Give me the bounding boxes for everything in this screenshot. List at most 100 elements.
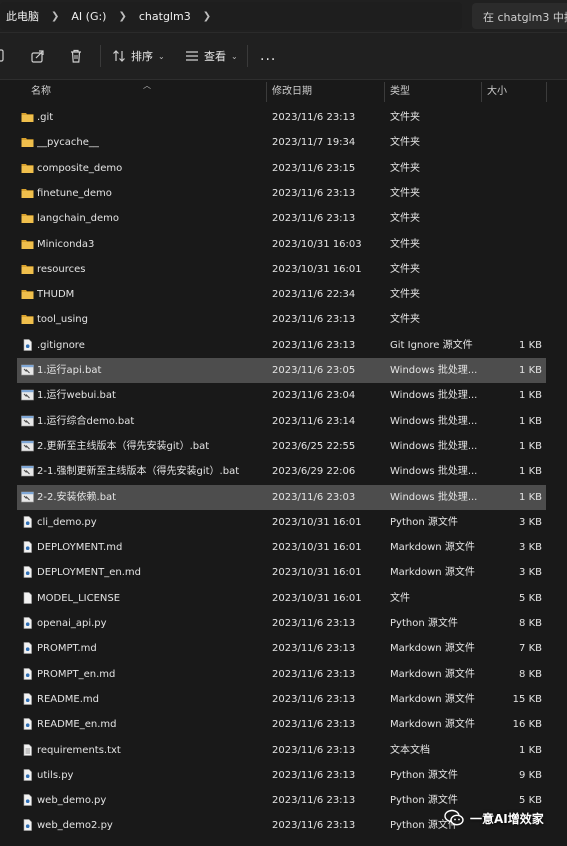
file-row[interactable]: composite_demo 2023/11/6 23:15 文件夹	[17, 156, 546, 181]
file-type: 文件夹	[390, 187, 420, 199]
file-type: Markdown 源文件	[390, 693, 475, 705]
file-type: 文件	[390, 592, 410, 604]
file-row[interactable]: tool_using 2023/11/6 23:13 文件夹	[17, 307, 546, 332]
file-size: 1 KB	[519, 339, 542, 351]
chevron-right-icon[interactable]: ❯	[112, 11, 132, 22]
trash-icon	[71, 49, 81, 63]
folder-icon	[21, 162, 34, 174]
file-type: 文件夹	[390, 238, 420, 250]
file-date: 2023/6/25 22:55	[272, 440, 356, 452]
delete-button[interactable]	[69, 45, 83, 67]
file-row[interactable]: .gitignore 2023/11/6 23:13 Git Ignore 源文件 1…	[17, 333, 546, 358]
file-row[interactable]: MODEL_LICENSE 2023/10/31 16:01 文件 5 KB	[17, 586, 546, 611]
file-size	[483, 282, 542, 307]
file-row[interactable]: utils.py 2023/11/6 23:13 Python 源文件 9 KB	[17, 763, 546, 788]
file-date: 2023/11/6 23:13	[272, 795, 356, 807]
column-name[interactable]: 名称	[31, 80, 51, 104]
file-row[interactable]: 1.运行api.bat 2023/11/6 23:05 Windows 批处理...…	[17, 358, 546, 383]
file-date: 2023/11/6 23:13	[272, 213, 356, 225]
chevron-right-icon[interactable]: ❯	[45, 11, 65, 22]
file-name: composite_demo	[37, 162, 123, 174]
file-type: 文件夹	[390, 137, 420, 149]
column-header: ︿ 名称 修改日期 类型 大小	[0, 80, 567, 104]
file-row[interactable]: requirements.txt 2023/11/6 23:13 文本文档 1 KB	[17, 738, 546, 763]
file-row[interactable]: 2-1.强制更新至主线版本（得先安装git）.bat 2023/6/29 22:0…	[17, 459, 546, 484]
file-row[interactable]: PROMPT.md 2023/11/6 23:13 Markdown 源文件 7 KB	[17, 636, 546, 661]
file-row[interactable]: .git 2023/11/6 23:13 文件夹	[17, 105, 546, 130]
file-size: 3 KB	[519, 567, 542, 579]
column-date[interactable]: 修改日期	[272, 80, 312, 104]
file-row[interactable]: 1.运行webui.bat 2023/11/6 23:04 Windows 批处理.…	[17, 383, 546, 408]
file-type: 文件夹	[390, 112, 420, 123]
file-type: 文件夹	[390, 289, 420, 301]
source-file-icon	[21, 768, 34, 781]
file-type: Markdown 源文件	[390, 542, 475, 554]
file-date: 2023/10/31 16:01	[272, 263, 362, 275]
folder-icon	[21, 187, 34, 199]
source-file-icon	[21, 794, 34, 806]
file-row[interactable]: README.md 2023/11/6 23:13 Markdown 源文件 15 K…	[17, 687, 546, 712]
breadcrumb-this-pc[interactable]: 此电脑	[0, 8, 45, 24]
copy-button[interactable]	[0, 45, 6, 67]
file-row[interactable]: README_en.md 2023/11/6 23:13 Markdown 源文件 1…	[17, 712, 546, 737]
more-options-button[interactable]: ...	[260, 45, 276, 67]
file-name: cli_demo.py	[37, 516, 97, 528]
sort-button[interactable]: 排序 ⌄	[112, 45, 165, 67]
view-button[interactable]: 查看 ⌄	[185, 45, 238, 67]
file-date: 2023/10/31 16:01	[272, 592, 362, 604]
column-divider[interactable]	[266, 82, 267, 102]
breadcrumb-drive[interactable]: AI (G:)	[65, 10, 112, 23]
file-row[interactable]: DEPLOYMENT.md 2023/10/31 16:01 Markdown 源文…	[17, 535, 546, 560]
file-name: __pycache__	[37, 137, 99, 149]
file-row[interactable]: 1.运行综合demo.bat 2023/11/6 23:14 Windows 批处理…	[17, 409, 546, 434]
column-size[interactable]: 大小	[487, 80, 507, 104]
column-divider[interactable]	[384, 82, 385, 102]
file-row[interactable]: 2-2.安装依赖.bat 2023/11/6 23:03 Windows 批处理..…	[17, 484, 546, 510]
file-size	[483, 232, 542, 257]
file-date: 2023/11/6 23:03	[272, 491, 356, 503]
file-row[interactable]: cli_demo.py 2023/10/31 16:01 Python 源文件 3 K…	[17, 510, 546, 535]
file-size	[483, 181, 542, 206]
batch-file-icon	[21, 415, 34, 427]
source-file-icon	[21, 667, 34, 680]
file-row[interactable]: resources 2023/10/31 16:01 文件夹	[17, 257, 546, 282]
file-type: Markdown 源文件	[390, 719, 475, 731]
file-name: .gitignore	[37, 339, 85, 351]
chevron-right-icon[interactable]: ❯	[197, 11, 217, 22]
file-name: README_en.md	[37, 719, 117, 731]
breadcrumb[interactable]: 此电脑 ❯ AI (G:) ❯ chatglm3 ❯	[0, 2, 462, 30]
search-box[interactable]: 在 chatglm3 中搜	[472, 3, 567, 29]
file-name: resources	[37, 263, 86, 275]
column-divider[interactable]	[481, 82, 482, 102]
file-row[interactable]: 2.更新至主线版本（得先安装git）.bat 2023/6/25 22:55 Win…	[17, 434, 546, 459]
file-date: 2023/11/7 19:34	[272, 137, 356, 149]
file-date: 2023/11/6 23:13	[272, 769, 356, 781]
file-row[interactable]: __pycache__ 2023/11/7 19:34 文件夹	[17, 130, 546, 155]
file-row[interactable]: DEPLOYMENT_en.md 2023/10/31 16:01 Markdown…	[17, 560, 546, 585]
file-date: 2023/11/6 23:13	[272, 693, 356, 705]
column-divider[interactable]	[546, 82, 547, 102]
file-date: 2023/11/6 23:13	[272, 314, 356, 326]
column-type[interactable]: 类型	[390, 80, 410, 104]
file-date: 2023/11/6 23:04	[272, 390, 356, 402]
watermark: 一意AI增效家	[444, 805, 544, 831]
file-type: Windows 批处理...	[390, 466, 478, 478]
file-row[interactable]: Miniconda3 2023/10/31 16:03 文件夹	[17, 232, 546, 257]
breadcrumb-folder[interactable]: chatglm3	[133, 10, 197, 23]
blank-file-icon	[21, 591, 34, 604]
file-row[interactable]: PROMPT_en.md 2023/11/6 23:13 Markdown 源文件 8…	[17, 662, 546, 687]
folder-icon	[21, 288, 34, 300]
file-row[interactable]: THUDM 2023/11/6 22:34 文件夹	[17, 282, 546, 307]
file-row[interactable]: langchain_demo 2023/11/6 23:13 文件夹	[17, 206, 546, 231]
share-button[interactable]	[31, 45, 45, 67]
file-name: web_demo.py	[37, 795, 107, 807]
file-row[interactable]: finetune_demo 2023/11/6 23:13 文件夹	[17, 181, 546, 206]
source-file-icon	[21, 566, 34, 579]
file-name: README.md	[37, 693, 100, 705]
file-row[interactable]: openai_api.py 2023/11/6 23:13 Python 源文件 8 …	[17, 611, 546, 636]
file-name: openai_api.py	[37, 618, 107, 629]
file-type: Markdown 源文件	[390, 567, 475, 579]
file-type: Windows 批处理...	[390, 365, 478, 376]
file-date: 2023/6/29 22:06	[272, 466, 356, 478]
share-icon	[31, 50, 44, 63]
